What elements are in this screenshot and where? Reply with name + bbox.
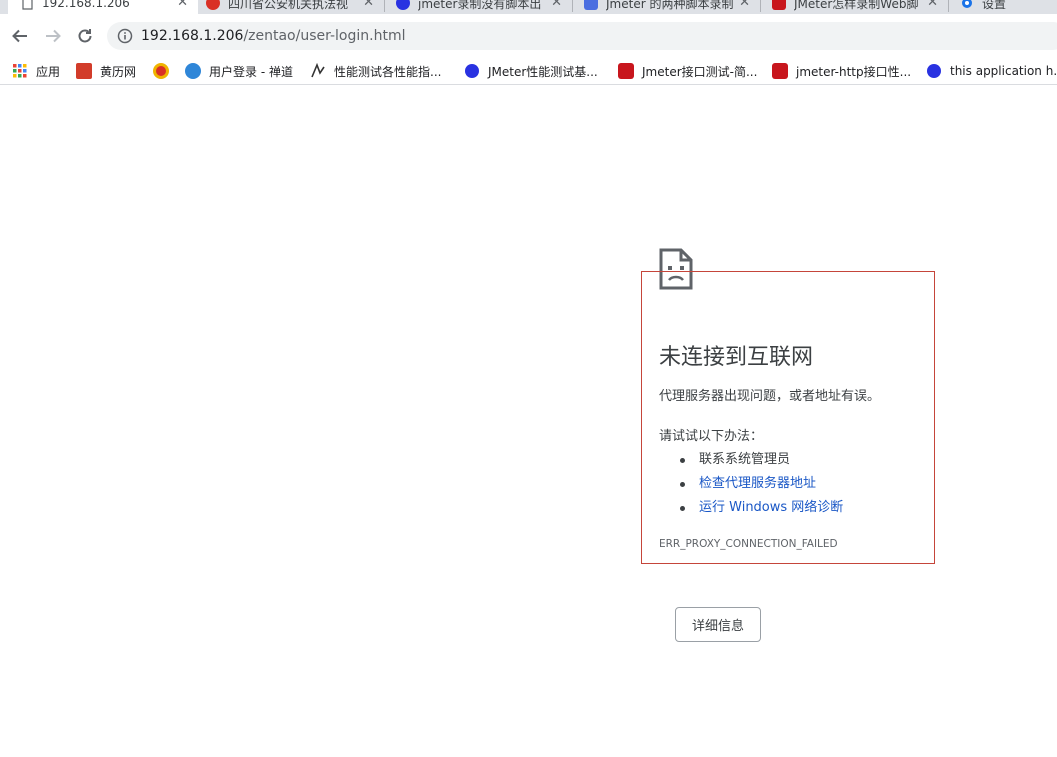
tab-separator xyxy=(572,0,573,12)
suggestion-check-proxy[interactable]: 检查代理服务器地址 xyxy=(680,472,843,496)
baidu-paw-icon xyxy=(464,63,480,79)
bookmark-label: JMeter性能测试基... xyxy=(488,64,598,79)
bookmark-huangli[interactable]: 黄历网 xyxy=(76,61,136,81)
bookmark-label: Jmeter接口测试-简... xyxy=(642,64,758,79)
police-badge-icon xyxy=(153,63,169,79)
tab-title: 设置 xyxy=(982,0,1007,11)
gear-icon xyxy=(960,0,974,10)
suggestion-contact-admin: 联系系统管理员 xyxy=(680,448,843,472)
error-try-label: 请试试以下办法： xyxy=(659,429,764,444)
url-path: /zentao/user-login.html xyxy=(243,28,406,44)
bullet-icon xyxy=(680,481,685,487)
url-host: 192.168.1.206 xyxy=(141,28,244,44)
info-icon[interactable] xyxy=(117,28,133,44)
close-icon[interactable]: ✕ xyxy=(177,0,188,10)
back-arrow-icon xyxy=(12,29,27,43)
bookmark-jmeter-api[interactable]: Jmeter接口测试-简... xyxy=(618,61,757,81)
csdn-icon xyxy=(772,63,788,79)
error-highlight-box xyxy=(641,271,935,564)
forward-button[interactable] xyxy=(41,24,65,48)
tab-title: Jmeter 的两种脚本录制 xyxy=(606,0,734,11)
bookmark-this-application[interactable]: this application h... xyxy=(926,61,1057,81)
tab-separator xyxy=(948,0,949,12)
close-icon[interactable]: ✕ xyxy=(363,0,374,10)
bookmark-label: jmeter-http接口性... xyxy=(796,64,912,79)
bookmark-logo-icon xyxy=(310,63,326,79)
bookmark-label: this application h... xyxy=(950,64,1057,78)
baidu-paw-icon xyxy=(396,0,410,10)
network-diagnostics-link[interactable]: 运行 Windows 网络诊断 xyxy=(699,498,843,518)
tab-title: jmeter录制没有脚本出 xyxy=(418,0,542,11)
bookmark-label: 应用 xyxy=(36,64,61,79)
page-icon xyxy=(20,0,34,10)
error-title: 未连接到互联网 xyxy=(659,345,814,370)
calendar-icon xyxy=(76,63,92,79)
tab-active[interactable]: 192.168.1.206 ✕ xyxy=(8,0,198,14)
police-badge-icon xyxy=(206,0,220,10)
bookmark-police[interactable] xyxy=(153,61,177,81)
close-icon[interactable]: ✕ xyxy=(927,0,938,10)
error-description: 代理服务器出现问题，或者地址有误。 xyxy=(659,389,881,404)
tab-title: 192.168.1.206 xyxy=(42,0,130,10)
reload-icon xyxy=(78,29,92,43)
tab-settings[interactable]: 设置 xyxy=(960,0,1057,14)
tab-jmeter-record[interactable]: jmeter录制没有脚本出 ✕ xyxy=(396,0,572,14)
address-bar[interactable]: 192.168.1.206/zentao/user-login.html xyxy=(107,22,1057,50)
tab-police[interactable]: 四川省公安机关执法视 ✕ xyxy=(206,0,384,14)
reload-button[interactable] xyxy=(73,24,97,48)
tab-title: JMeter怎样录制Web脚 xyxy=(794,0,919,11)
bullet-icon xyxy=(680,505,685,511)
bookmark-label: 黄历网 xyxy=(100,64,137,79)
zentao-icon xyxy=(185,63,201,79)
tab-strip: 192.168.1.206 ✕ 四川省公安机关执法视 ✕ jmeter录制没有脚… xyxy=(0,0,1057,14)
close-icon[interactable]: ✕ xyxy=(739,0,750,10)
back-button[interactable] xyxy=(8,24,32,48)
baidu-paw-icon xyxy=(926,63,942,79)
blog-icon xyxy=(584,0,598,10)
suggestion-list: 联系系统管理员 检查代理服务器地址 运行 Windows 网络诊断 xyxy=(680,448,843,520)
bookmark-perf-metrics[interactable]: 性能测试各性能指... xyxy=(310,61,441,81)
bullet-icon xyxy=(680,457,685,463)
bookmark-jmeter-http[interactable]: jmeter-http接口性... xyxy=(772,61,911,81)
toolbar: 192.168.1.206/zentao/user-login.html xyxy=(0,14,1057,57)
details-button[interactable]: 详细信息 xyxy=(675,607,761,642)
csdn-icon xyxy=(618,63,634,79)
tab-jmeter-scripts[interactable]: Jmeter 的两种脚本录制 ✕ xyxy=(584,0,760,14)
bookmark-zentao[interactable]: 用户登录 - 禅道 xyxy=(185,61,293,81)
close-icon[interactable]: ✕ xyxy=(551,0,562,10)
csdn-icon xyxy=(772,0,786,10)
suggestion-network-diagnostics[interactable]: 运行 Windows 网络诊断 xyxy=(680,496,843,520)
url-text: 192.168.1.206/zentao/user-login.html xyxy=(141,28,405,44)
tab-separator xyxy=(760,0,761,12)
bookmarks-bar: 应用 黄历网 用户登录 - 禅道 性能测试各性能指... JMeter性能测试基… xyxy=(0,57,1057,85)
forward-arrow-icon xyxy=(46,29,61,43)
bookmark-jmeter-basics[interactable]: JMeter性能测试基... xyxy=(464,61,598,81)
error-code: ERR_PROXY_CONNECTION_FAILED xyxy=(659,538,838,550)
tab-title: 四川省公安机关执法视 xyxy=(228,0,349,11)
bookmark-label: 用户登录 - 禅道 xyxy=(209,64,293,79)
bookmark-apps[interactable]: 应用 xyxy=(12,61,60,81)
apps-grid-icon xyxy=(12,63,28,79)
tab-separator xyxy=(384,0,385,12)
tab-jmeter-web[interactable]: JMeter怎样录制Web脚 ✕ xyxy=(772,0,948,14)
bookmark-label: 性能测试各性能指... xyxy=(334,64,442,79)
check-proxy-link[interactable]: 检查代理服务器地址 xyxy=(699,474,816,494)
suggestion-text: 联系系统管理员 xyxy=(699,452,791,467)
